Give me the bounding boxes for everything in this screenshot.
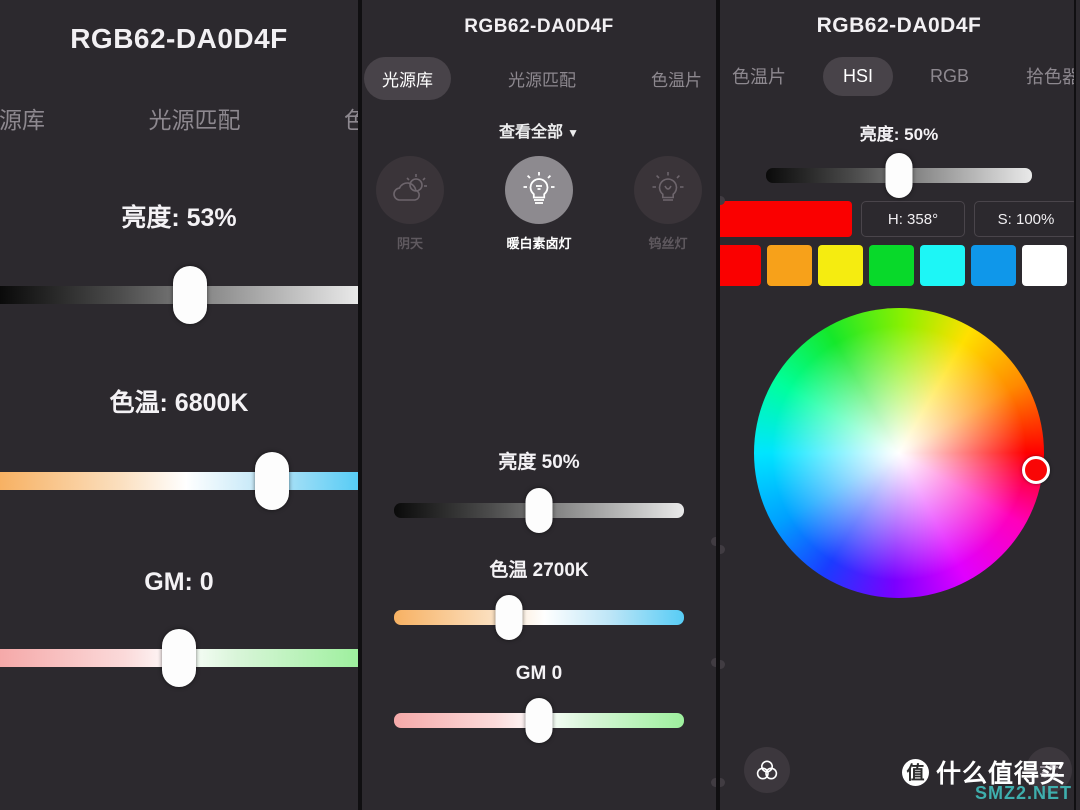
watermark-text: 什么值得买 xyxy=(935,760,1066,788)
panel2-view-all-button[interactable]: 查看全部 ▼ xyxy=(362,118,716,142)
panel2-gm-group: GM 0 xyxy=(362,663,716,743)
panel3-swatch-red[interactable] xyxy=(720,245,761,286)
panel1-tab-light-library[interactable]: 光源库 xyxy=(0,95,47,141)
panel2-gm-slider[interactable] xyxy=(362,698,716,743)
panel3-brightness-group: 亮度: 50% xyxy=(720,120,1078,198)
panel3-tab-rgb[interactable]: RGB xyxy=(910,57,989,96)
panel-middle-light-library: RGB62-DA0D4F 光源库 光源匹配 色温片 查看全部 ▼ 阴天 暖白素卤… xyxy=(360,0,718,810)
cloudy-sun-icon xyxy=(393,174,427,201)
panel3-tab-color-picker[interactable]: 拾色器 xyxy=(1006,54,1078,98)
panel2-gm-thumb[interactable] xyxy=(525,698,553,743)
panel2-preset-warm-white-halogen[interactable]: 暖白素卤灯 xyxy=(489,156,589,252)
panel2-tab-bar: 光源库 光源匹配 色温片 xyxy=(362,57,716,100)
color-mix-icon xyxy=(756,760,778,780)
chevron-down-icon: ▼ xyxy=(567,126,579,140)
bulb-icon xyxy=(523,172,555,204)
panel2-preset-row: 阴天 暖白素卤灯 钨丝灯 xyxy=(362,156,716,252)
panel2-cct-label: 色温 2700K xyxy=(489,560,589,581)
panel2-brightness-slider[interactable] xyxy=(362,488,716,533)
panel2-tab-light-match[interactable]: 光源匹配 xyxy=(490,57,594,100)
panel3-swatch-orange[interactable] xyxy=(767,245,812,286)
panel2-tab-cct-gel[interactable]: 色温片 xyxy=(633,57,716,100)
panel3-swatch-cyan[interactable] xyxy=(920,245,965,286)
panel1-brightness-slider[interactable] xyxy=(0,266,358,324)
panel2-tab-light-library[interactable]: 光源库 xyxy=(364,57,451,100)
preset-icon-wrap xyxy=(634,156,702,224)
panel1-cct-slider[interactable] xyxy=(0,452,358,510)
panel1-tab-cct[interactable]: 色温 xyxy=(342,95,358,141)
panel3-swatch-blue[interactable] xyxy=(971,245,1016,286)
panel3-swatch-white[interactable] xyxy=(1022,245,1067,286)
screenshot-stage: RGB62-DA0D4F 光源库 光源匹配 色温 亮度: 53% 色温: 680… xyxy=(0,0,1080,810)
panel1-cct-label: 色温: 6800K xyxy=(109,389,249,417)
panel3-tab-cct-gel[interactable]: 色温片 xyxy=(720,54,806,98)
panel1-cct-group: 色温: 6800K xyxy=(0,383,358,510)
panel3-edge-dot xyxy=(720,545,725,554)
panel3-tab-hsi[interactable]: HSI xyxy=(822,56,893,96)
panel2-brightness-label: 亮度 50% xyxy=(498,452,580,473)
panel3-color-swatch-row xyxy=(720,245,1078,286)
panel1-brightness-group: 亮度: 53% xyxy=(0,198,358,324)
panel2-cct-slider[interactable] xyxy=(362,595,716,640)
panel1-brightness-label: 亮度: 53% xyxy=(121,204,237,232)
panel3-color-wheel-selector[interactable] xyxy=(1022,456,1050,484)
panel3-brightness-slider[interactable] xyxy=(720,153,1078,198)
panel2-cct-group: 色温 2700K xyxy=(362,555,716,640)
panel3-edge-dot xyxy=(720,660,725,669)
panel2-device-title: RGB62-DA0D4F xyxy=(464,16,614,37)
panel3-current-color-preview xyxy=(720,201,852,237)
panel3-hue-value-box[interactable]: H: 358° xyxy=(861,201,965,237)
panel2-brightness-thumb[interactable] xyxy=(525,488,553,533)
panel-left-cct-mode: RGB62-DA0D4F 光源库 光源匹配 色温 亮度: 53% 色温: 680… xyxy=(0,0,360,810)
panel2-preset-cloudy-label: 阴天 xyxy=(396,236,423,251)
panel2-preset-cloudy[interactable]: 阴天 xyxy=(362,156,460,252)
panel3-device-title: RGB62-DA0D4F xyxy=(816,14,982,37)
panel3-color-mix-button[interactable] xyxy=(744,747,790,793)
panel3-hsi-value-row: H: 358° S: 100% xyxy=(720,201,1078,237)
panel-right-hsi-mode: RGB62-DA0D4F 色温片 HSI RGB 拾色器 亮度: 50% H: … xyxy=(718,0,1080,810)
panel3-color-wheel[interactable] xyxy=(754,308,1044,598)
panel2-cct-thumb[interactable] xyxy=(495,595,523,640)
panel1-gm-slider[interactable] xyxy=(0,629,358,687)
panel2-brightness-group: 亮度 50% xyxy=(362,447,716,533)
panel1-cct-thumb[interactable] xyxy=(255,452,290,510)
panel2-edge-dot xyxy=(711,658,716,667)
view-all-label: 查看全部 xyxy=(499,124,564,141)
panel2-gm-label: GM 0 xyxy=(515,663,563,684)
panel3-color-wheel-wrap xyxy=(754,308,1050,598)
panel1-cct-track[interactable] xyxy=(0,472,358,490)
panel3-swatch-green[interactable] xyxy=(869,245,914,286)
panel1-brightness-thumb[interactable] xyxy=(172,266,207,324)
panel2-edge-dot xyxy=(711,537,716,546)
preset-icon-wrap xyxy=(505,156,573,224)
panel2-preset-tungsten-label: 钨丝灯 xyxy=(648,236,688,251)
panel3-brightness-thumb[interactable] xyxy=(885,153,913,198)
panel3-tab-bar: 色温片 HSI RGB 拾色器 xyxy=(720,54,1078,98)
panel1-gm-thumb[interactable] xyxy=(162,629,196,687)
panel1-tab-light-match[interactable]: 光源匹配 xyxy=(147,95,243,141)
panel3-brightness-label: 亮度: 50% xyxy=(859,125,939,144)
watermark-badge: 值 xyxy=(901,758,929,786)
panel2-cct-track[interactable] xyxy=(394,610,684,625)
watermark: 值 什么值得买 xyxy=(901,754,1066,790)
panel2-preset-tungsten[interactable]: 钨丝灯 xyxy=(618,156,716,252)
panel1-device-title: RGB62-DA0D4F xyxy=(70,23,288,54)
panel1-gm-group: GM: 0 xyxy=(0,568,358,687)
panel2-preset-warm-white-halogen-label: 暖白素卤灯 xyxy=(506,236,572,251)
panel-right-cutoff-sliver xyxy=(1074,0,1080,810)
panel3-saturation-value-box[interactable]: S: 100% xyxy=(974,201,1078,237)
preset-icon-wrap xyxy=(376,156,444,224)
panel1-tab-bar: 光源库 光源匹配 色温 xyxy=(0,95,358,141)
panel3-swatch-yellow[interactable] xyxy=(818,245,863,286)
panel2-edge-dot xyxy=(711,778,716,787)
panel1-gm-label: GM: 0 xyxy=(144,568,214,596)
tungsten-bulb-icon xyxy=(652,172,684,201)
